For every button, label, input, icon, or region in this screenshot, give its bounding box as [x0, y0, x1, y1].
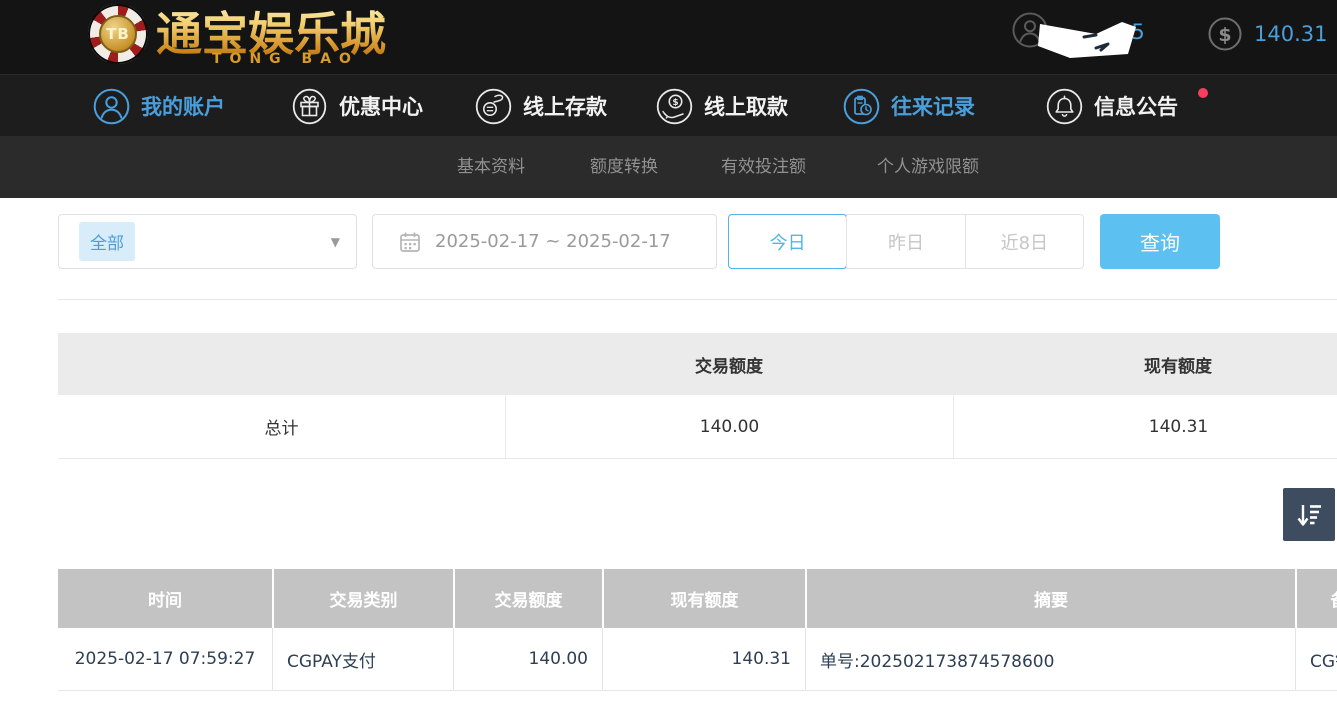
cell-remark: CG钱包 [1295, 628, 1337, 690]
summary-header-row: 交易额度 现有额度 [58, 333, 1337, 395]
quick-last8days-button[interactable]: 近8日 [965, 215, 1083, 268]
brand-logo[interactable]: TB 通宝娱乐城 TONG BAO [88, 2, 448, 72]
cell-type: CGPAY支付 [272, 628, 453, 690]
subnav-valid-bets[interactable]: 有效投注额 [721, 136, 806, 198]
summary-table: 交易额度 现有额度 总计 140.00 140.31 [58, 333, 1337, 459]
nav-item-promotions[interactable]: 优惠中心 [291, 75, 423, 137]
quick-yesterday-button[interactable]: 昨日 [846, 215, 964, 268]
chevron-down-icon: ▼ [331, 235, 340, 249]
withdraw-icon: $ [656, 88, 693, 125]
nav-label: 我的账户 [141, 91, 225, 121]
user-account-menu[interactable]: 25 [1012, 12, 1192, 58]
nav-item-online-withdrawal[interactable]: $ 线上取款 [656, 75, 788, 137]
col-header-summary: 摘要 [805, 569, 1295, 628]
col-header-trade-amount: 交易额度 [453, 569, 602, 628]
col-header-type: 交易类别 [272, 569, 453, 628]
date-range-input[interactable]: 2025-02-17 ~ 2025-02-17 [372, 214, 717, 269]
sub-nav: 基本资料 额度转换 有效投注额 个人游戏限额 [0, 136, 1337, 198]
col-header-remark: 备注 [1295, 569, 1337, 628]
gift-icon [291, 88, 328, 125]
balance-display: $ 140.31 RMB [1208, 14, 1337, 54]
records-icon [843, 88, 880, 125]
col-header-current-amount: 现有额度 [602, 569, 805, 628]
selected-type-chip: 全部 [79, 222, 135, 261]
summary-total-row: 总计 140.00 140.31 [58, 395, 1337, 459]
summary-trade-value: 140.00 [505, 395, 953, 458]
summary-header-trade-amount: 交易额度 [505, 333, 953, 395]
subnav-basic-info[interactable]: 基本资料 [457, 136, 525, 198]
transaction-type-select[interactable]: 全部 ▼ [58, 214, 357, 269]
section-divider [58, 299, 1337, 300]
nav-label: 线上取款 [704, 91, 788, 121]
subnav-quota-transfer[interactable]: 额度转换 [590, 136, 658, 198]
date-range-value: 2025-02-17 ~ 2025-02-17 [435, 231, 671, 252]
brand-subtitle: TONG BAO [212, 51, 359, 67]
subnav-game-limits[interactable]: 个人游戏限额 [877, 136, 979, 198]
table-row: 2025-02-17 07:59:27 CGPAY支付 140.00 140.3… [58, 628, 1337, 691]
summary-header-current-amount: 现有额度 [953, 333, 1337, 395]
nav-item-transaction-records[interactable]: 往来记录 [843, 75, 975, 137]
cell-current-amount: 140.31 [602, 628, 805, 690]
quick-today-button[interactable]: 今日 [728, 214, 847, 269]
nav-item-announcements[interactable]: 信息公告 [1046, 75, 1178, 137]
notification-dot [1198, 88, 1208, 98]
nav-label: 优惠中心 [339, 91, 423, 121]
cell-time: 2025-02-17 07:59:27 [58, 628, 272, 690]
query-button[interactable]: 查询 [1100, 214, 1220, 269]
top-bar: TB 通宝娱乐城 TONG BAO 25 $ 140.31 RMB [0, 0, 1337, 74]
cell-summary: 单号:202502173874578600 [805, 628, 1295, 690]
nav-label: 信息公告 [1094, 91, 1178, 121]
sort-descending-icon [1294, 501, 1324, 529]
main-nav: 我的账户 优惠中心 线上存款 $ 线上取款 [0, 74, 1337, 136]
redaction-scribble [1038, 14, 1144, 60]
quick-date-group: 今日 昨日 近8日 [728, 214, 1084, 269]
summary-balance-value: 140.31 [953, 395, 1337, 458]
deposit-icon [475, 88, 512, 125]
chip-logo-monogram: TB [99, 15, 137, 53]
calendar-icon [399, 231, 421, 253]
nav-item-online-deposit[interactable]: 线上存款 [475, 75, 607, 137]
balance-amount: 140.31 [1254, 22, 1327, 46]
dollar-coin-icon: $ [1208, 17, 1242, 51]
chip-logo-icon: TB [88, 4, 148, 64]
summary-header-blank [58, 333, 505, 395]
table-header-row: 时间 交易类别 交易额度 现有额度 摘要 备注 [58, 569, 1337, 628]
svg-text:$: $ [672, 98, 678, 108]
account-icon [93, 88, 130, 125]
cell-trade-amount: 140.00 [453, 628, 602, 690]
svg-text:$: $ [1218, 24, 1231, 46]
nav-label: 线上存款 [523, 91, 607, 121]
nav-label: 往来记录 [891, 91, 975, 121]
col-header-time: 时间 [58, 569, 272, 628]
transactions-table: 时间 交易类别 交易额度 现有额度 摘要 备注 2025-02-17 07:59… [58, 569, 1337, 691]
bell-icon [1046, 88, 1083, 125]
nav-item-my-account[interactable]: 我的账户 [93, 75, 225, 137]
sort-descending-button[interactable] [1283, 488, 1335, 541]
summary-total-label: 总计 [58, 395, 505, 458]
